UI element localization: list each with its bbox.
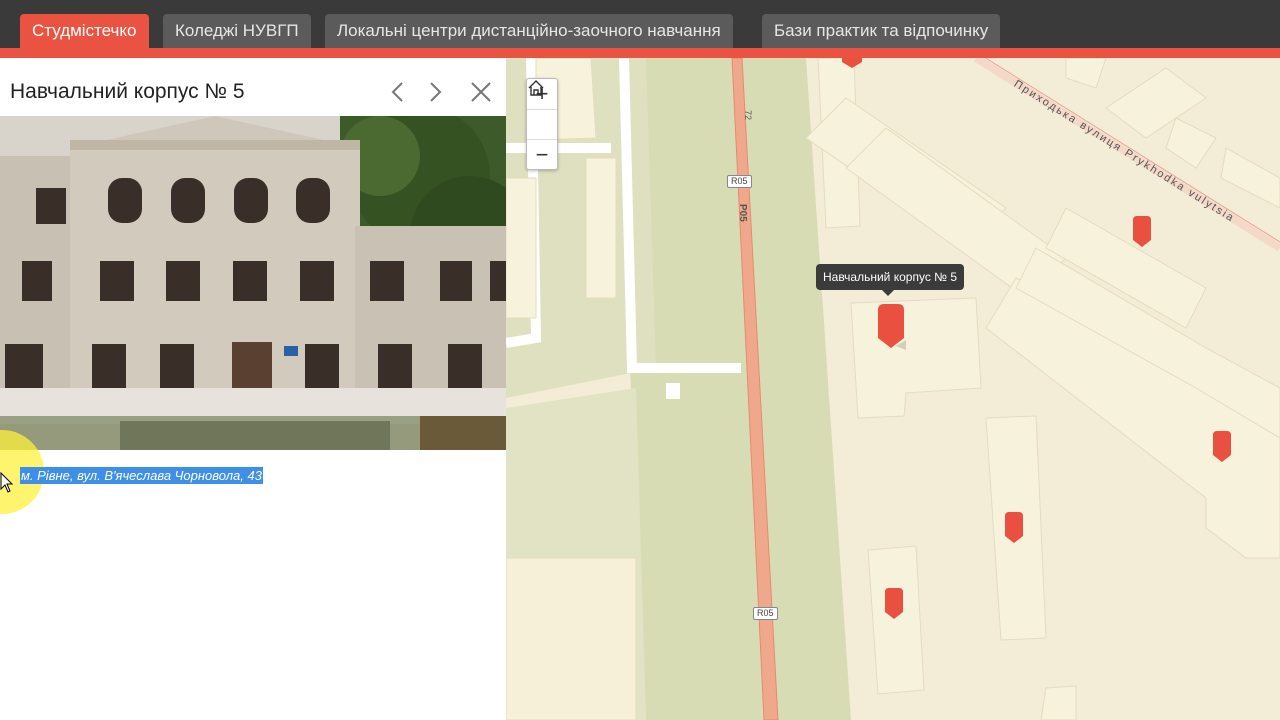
chevron-left-icon bbox=[391, 82, 403, 102]
zoom-control: + − bbox=[526, 78, 558, 170]
map-pin-icon[interactable] bbox=[884, 588, 906, 622]
home-icon bbox=[528, 80, 544, 96]
map-pin-icon[interactable] bbox=[1132, 216, 1154, 250]
building-photo bbox=[0, 116, 506, 450]
road-number-label: 72 bbox=[743, 110, 753, 121]
home-button[interactable] bbox=[527, 80, 557, 139]
close-icon bbox=[471, 82, 491, 102]
tab-practice-bases[interactable]: Бази практик та відпочинку bbox=[762, 14, 1001, 48]
top-tab-bar: Студмістечко Коледжі НУВГП Локальні цент… bbox=[0, 0, 1280, 58]
map-pin-selected-icon[interactable] bbox=[876, 304, 906, 352]
map-pin-icon[interactable] bbox=[1212, 431, 1234, 465]
mouse-pointer-icon bbox=[0, 472, 14, 493]
road-badge-bottom: R05 bbox=[753, 607, 778, 620]
map-tooltip: Навчальний корпус № 5 bbox=[816, 264, 965, 296]
tab-local-centers[interactable]: Локальні центри дистанційно-заочного нав… bbox=[325, 14, 733, 48]
tab-studmistechko[interactable]: Студмістечко bbox=[20, 14, 149, 48]
accent-divider bbox=[0, 48, 1280, 58]
prev-button[interactable] bbox=[381, 76, 413, 108]
next-button[interactable] bbox=[420, 76, 452, 108]
map-pin-icon[interactable] bbox=[1004, 512, 1026, 546]
map-view[interactable]: + − R05 R05 P05 72 Приходька вулиця Pryk… bbox=[506, 58, 1280, 720]
road-badge-top: R05 bbox=[727, 175, 752, 188]
map-pin-icon[interactable] bbox=[840, 58, 864, 72]
panel-title: Навчальний корпус № 5 bbox=[10, 80, 245, 103]
info-panel: Навчальний корпус № 5 м. Рівне, вул. В'я… bbox=[0, 58, 506, 720]
close-button[interactable] bbox=[465, 76, 497, 108]
tab-colleges[interactable]: Коледжі НУВГП bbox=[163, 14, 311, 48]
road-name-label: P05 bbox=[737, 204, 748, 222]
zoom-out-button[interactable]: − bbox=[527, 139, 557, 169]
chevron-right-icon bbox=[430, 82, 442, 102]
address-text: м. Рівне, вул. В'ячеслава Чорновола, 43 bbox=[20, 467, 263, 484]
